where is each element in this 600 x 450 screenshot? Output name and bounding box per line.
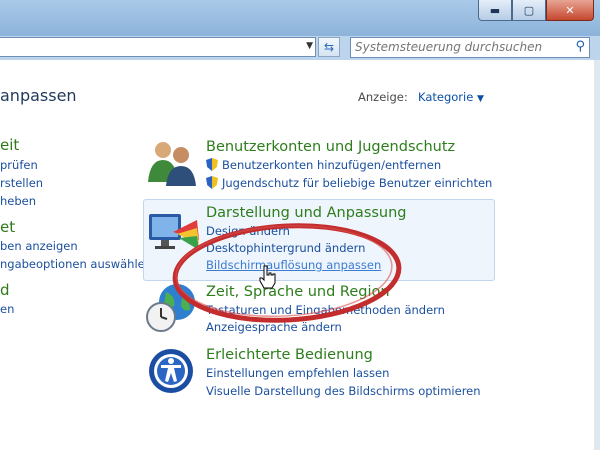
hand-cursor-icon (259, 265, 276, 289)
left-link[interactable]: ben anzeigen (0, 239, 78, 253)
shield-icon (206, 158, 218, 171)
category-link[interactable]: Desktophintergrund ändern (206, 241, 365, 255)
globe-clock-icon (146, 284, 195, 332)
category-link-label: Jugendschutz für beliebige Benutzer einr… (222, 176, 493, 190)
page-title: anpassen (0, 86, 77, 105)
category-link[interactable]: Tastaturen und Eingabemethoden ändern (206, 303, 445, 317)
category-link[interactable]: Jugendschutz für beliebige Benutzer einr… (206, 176, 492, 190)
display-icon (149, 214, 199, 250)
category-link[interactable]: Benutzerkonten hinzufügen/entfernen (206, 158, 441, 172)
maximize-button[interactable]: ▢ (512, 0, 546, 21)
category-title[interactable]: Benutzerkonten und Jugendschutz (206, 139, 455, 155)
left-section-heading[interactable]: et (0, 218, 15, 236)
minimize-button[interactable]: ▬ (478, 0, 512, 21)
left-link[interactable]: ngabeoptionen auswählen (0, 257, 152, 271)
category-link[interactable]: Visuelle Darstellung des Bildschirms opt… (206, 384, 481, 398)
refresh-button[interactable]: ⇆ (318, 37, 340, 57)
view-value: Kategorie (418, 90, 474, 104)
navigation-bar: ▼ ⇆ ⚲ (0, 36, 600, 60)
category-title[interactable]: Darstellung und Anpassung (206, 205, 407, 221)
shield-icon (206, 176, 218, 189)
view-selector[interactable]: Kategorie ▼ (418, 90, 484, 104)
window-titlebar: ▬ ▢ ✕ (0, 0, 600, 36)
refresh-icon: ⇆ (323, 40, 335, 54)
left-link[interactable]: prüfen (0, 158, 38, 172)
close-button[interactable]: ✕ (546, 0, 594, 21)
category-link[interactable]: Bildschirmauflösung anpassen (206, 258, 381, 272)
address-bar[interactable]: ▼ (0, 37, 316, 57)
category-title[interactable]: Zeit, Sprache und Region (206, 284, 390, 300)
window-controls: ▬ ▢ ✕ (478, 0, 594, 21)
left-section-heading[interactable]: eit (0, 136, 19, 154)
chevron-down-icon: ▼ (476, 94, 484, 104)
search-icon[interactable]: ⚲ (575, 39, 585, 54)
chevron-down-icon[interactable]: ▼ (306, 41, 313, 51)
view-label: Anzeige: (358, 90, 408, 104)
users-icon (148, 142, 196, 186)
left-link[interactable]: rstellen (0, 176, 43, 190)
search-box[interactable]: ⚲ (350, 37, 590, 58)
left-link[interactable]: en (0, 302, 14, 316)
scrollbar[interactable] (594, 60, 600, 450)
category-title[interactable]: Erleichterte Bedienung (206, 347, 373, 363)
category-link[interactable]: Einstellungen empfehlen lassen (206, 366, 389, 380)
accessibility-icon (149, 349, 193, 393)
left-section-heading[interactable]: d (0, 281, 10, 299)
category-link[interactable]: Anzeigesprache ändern (206, 320, 342, 334)
left-link[interactable]: heben (0, 194, 36, 208)
category-link-label: Benutzerkonten hinzufügen/entfernen (222, 158, 442, 172)
category-link[interactable]: Design ändern (206, 224, 290, 238)
search-input[interactable] (355, 39, 560, 55)
